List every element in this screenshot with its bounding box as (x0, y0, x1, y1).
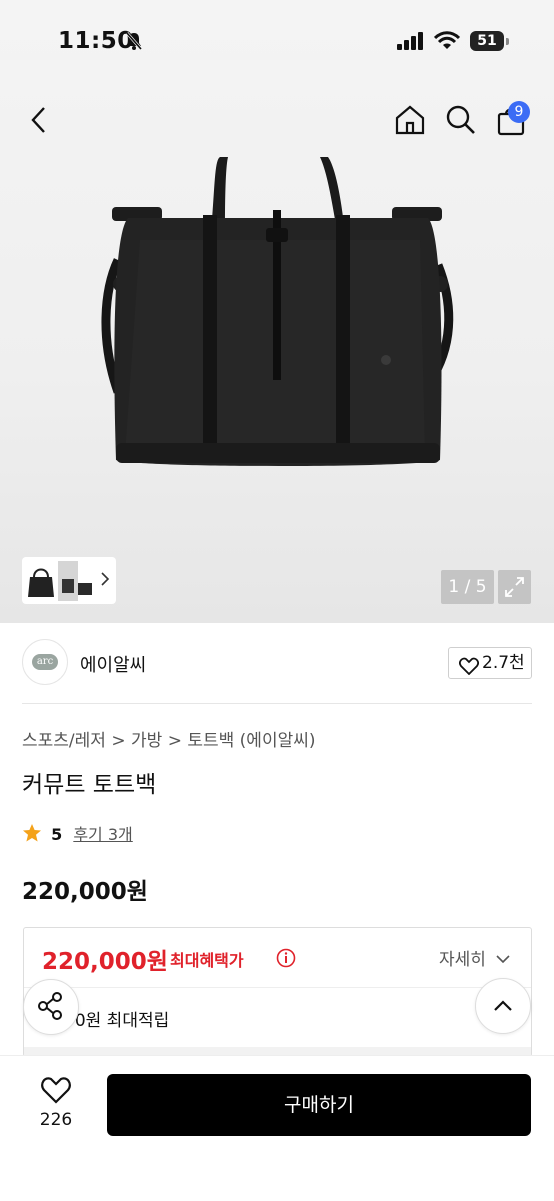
brand-like-count: 2.7천 (482, 653, 525, 673)
star-icon (22, 824, 47, 847)
product-image (101, 157, 454, 466)
bottom-action-bar: 226 구매하기 (0, 1055, 554, 1201)
expand-icon (505, 577, 524, 597)
status-time: 11:50 (58, 28, 134, 54)
share-button[interactable] (23, 979, 79, 1035)
breadcrumb: 스포츠/레저 > 가방 > 토트백 (에이알씨) (22, 726, 316, 751)
expand-button[interactable] (498, 570, 531, 604)
status-bar: 11:50 51 (0, 0, 554, 84)
search-button[interactable] (444, 103, 478, 141)
rating-score: 5 (51, 825, 63, 844)
battery-indicator: 51 (470, 31, 504, 51)
detail-toggle[interactable]: 자세히 (439, 945, 511, 970)
wifi-icon (433, 31, 461, 55)
product-price: 220,000원 (22, 879, 148, 905)
chevron-right-icon (100, 571, 110, 591)
chevron-down-icon (496, 955, 510, 964)
back-button[interactable] (26, 104, 54, 140)
review-link[interactable]: 후기 3개 (73, 825, 132, 844)
info-icon[interactable] (276, 948, 296, 972)
breadcrumb-item-tote[interactable]: 토트백 (에이알씨) (187, 726, 315, 751)
rating-row: 5 후기 3개 (22, 820, 133, 845)
battery-tip (506, 38, 509, 45)
wishlist-count: 226 (39, 1110, 73, 1130)
chevron-left-icon (31, 107, 45, 133)
buy-button[interactable]: 구매하기 (107, 1074, 531, 1136)
share-icon (38, 992, 62, 1020)
heart-icon (459, 655, 479, 685)
wishlist-button[interactable]: 226 (30, 1076, 82, 1130)
heart-icon (41, 1077, 71, 1104)
signal-icon (397, 32, 425, 54)
chevron-up-icon (494, 1000, 512, 1011)
brand-logo-text: arc (32, 654, 58, 670)
brand-logo[interactable]: arc (22, 639, 68, 685)
cart-count-badge: 9 (508, 101, 530, 123)
breadcrumb-separator: > (111, 731, 126, 751)
image-counter: 1 / 5 (441, 570, 494, 604)
best-price-label: 최대혜택가 (170, 951, 244, 970)
brand-row[interactable]: arc 에이알씨 2.7천 (22, 639, 532, 685)
product-title: 커뮤트 토트백 (22, 772, 157, 798)
product-gallery[interactable] (0, 0, 554, 623)
home-button[interactable] (393, 103, 427, 141)
divider (22, 703, 532, 704)
silent-bell-icon (124, 31, 144, 55)
breadcrumb-separator: > (167, 731, 182, 751)
scroll-top-button[interactable] (475, 978, 531, 1034)
breadcrumb-item-bags[interactable]: 가방 (131, 726, 162, 751)
brand-name[interactable]: 에이알씨 (80, 651, 146, 677)
max-points: 00원 최대적립 (64, 1011, 170, 1031)
search-icon (446, 105, 475, 134)
best-price: 220,000원 (42, 949, 168, 975)
benefit-separator (24, 987, 531, 988)
home-icon (395, 105, 425, 135)
benefit-box: 220,000원 최대혜택가 자세히 00원 최대적립 (23, 927, 532, 1057)
breadcrumb-item-sports[interactable]: 스포츠/레저 (22, 726, 106, 751)
thumbnail-strip[interactable] (22, 557, 116, 604)
detail-label: 자세히 (439, 950, 486, 970)
brand-like-button[interactable]: 2.7천 (448, 647, 532, 679)
